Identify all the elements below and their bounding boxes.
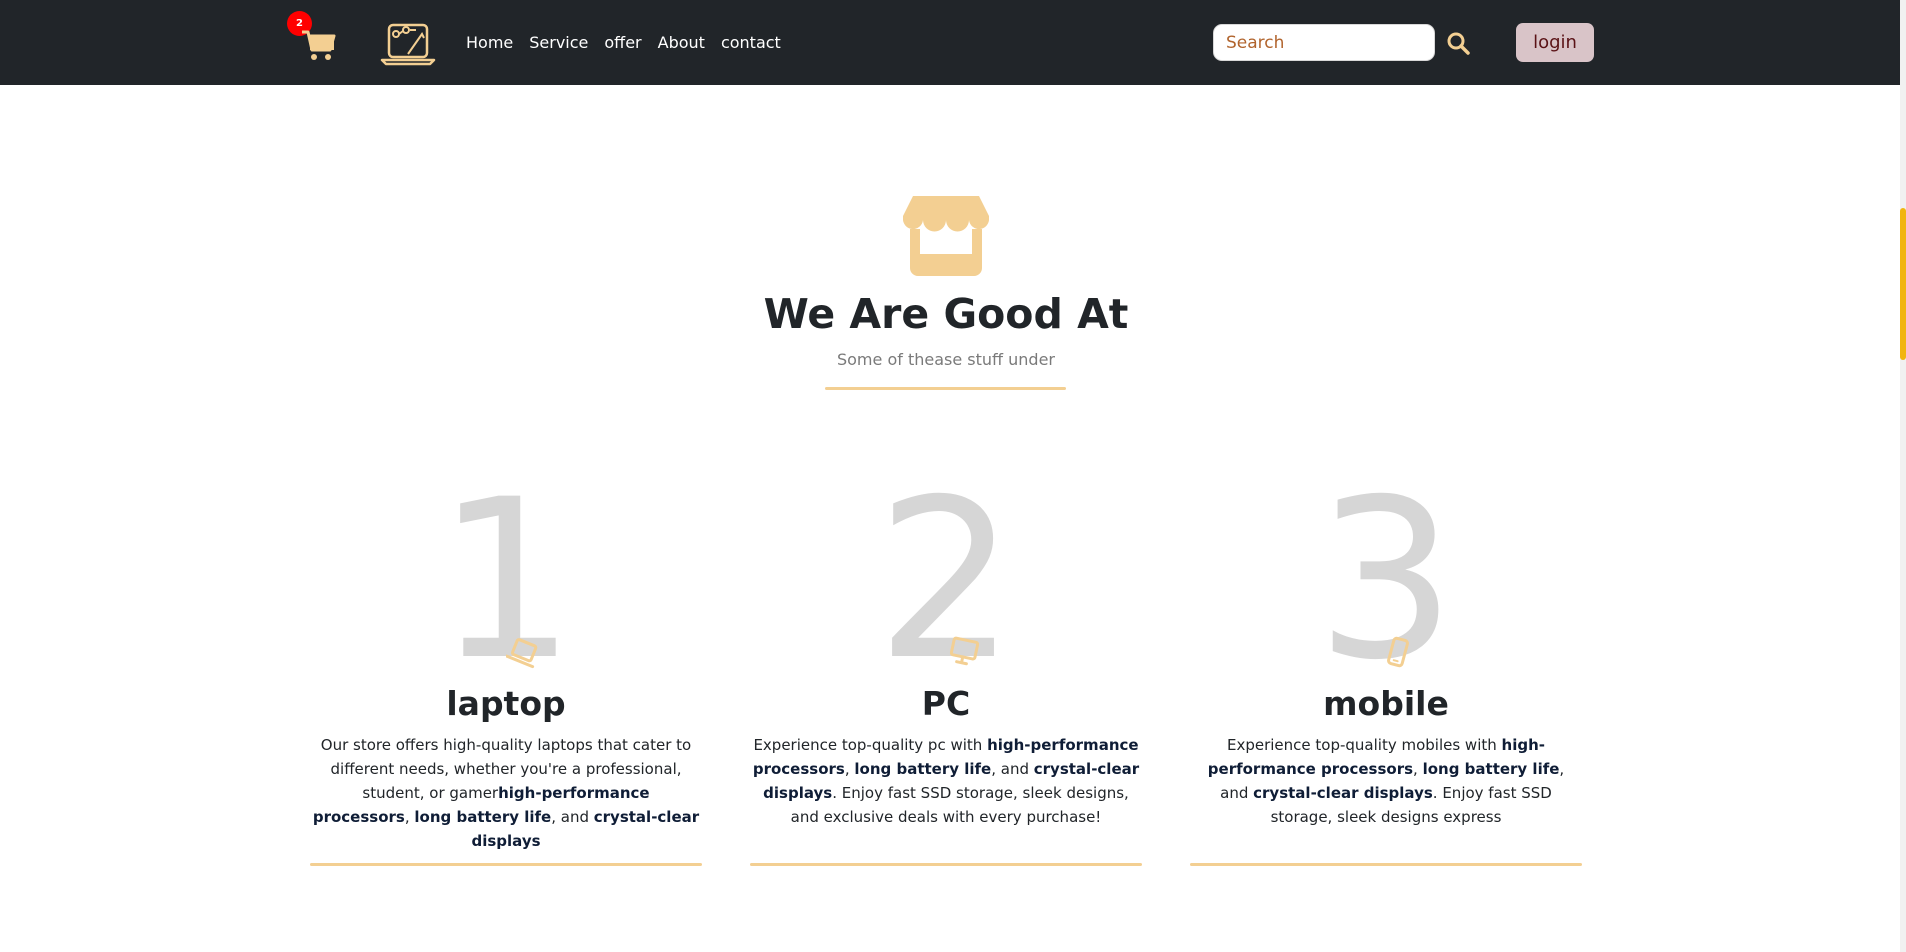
store-icon (903, 196, 989, 276)
nav-service[interactable]: Service (529, 33, 588, 52)
top-navbar: 2 Home Service offer About contact login (0, 0, 1900, 85)
description-text: Experience top-quality pc with (753, 736, 988, 754)
highlight-text: long battery life (414, 808, 552, 826)
description-text: Experience top-quality mobiles with (1226, 736, 1502, 754)
laptop-logo-icon[interactable] (380, 20, 436, 66)
scrollbar-thumb[interactable] (1900, 208, 1906, 360)
card-title: mobile (1323, 684, 1449, 723)
nav-contact[interactable]: contact (721, 33, 781, 52)
highlight-text: long battery life (1422, 760, 1560, 778)
description-text: . Enjoy fast SSD storage, sleek designs,… (790, 784, 1129, 826)
feature-card-pc: 2 PC Experience top-quality pc with high… (750, 452, 1142, 870)
search-input[interactable] (1213, 24, 1435, 61)
card-description: Our store offers high-quality laptops th… (310, 733, 702, 853)
nav-offer[interactable]: offer (604, 33, 641, 52)
section-divider (825, 387, 1066, 390)
description-text: , (844, 760, 855, 778)
mobile-phone-icon (1387, 636, 1409, 668)
feature-card-mobile: 3 mobile Experience top-quality mobiles … (1190, 470, 1582, 870)
laptop-icon (506, 638, 538, 669)
search-icon[interactable] (1446, 31, 1470, 55)
description-text: , and (551, 808, 594, 826)
card-description: Experience top-quality pc with high-perf… (750, 733, 1142, 829)
card-title: laptop (446, 684, 566, 723)
cart-icon[interactable] (300, 26, 336, 62)
feature-card-laptop: 1 laptop Our store offers high-quality l… (310, 470, 702, 870)
nav-home[interactable]: Home (466, 33, 513, 52)
description-text: , (404, 808, 415, 826)
card-title: PC (921, 684, 971, 723)
highlight-text: crystal-clear displays (1253, 784, 1433, 802)
section-heading: We Are Good At (763, 290, 1129, 338)
card-divider (1190, 863, 1582, 866)
highlight-text: long battery life (854, 760, 992, 778)
description-text: , and (991, 760, 1034, 778)
nav-about[interactable]: About (658, 33, 705, 52)
card-number: 2 (876, 452, 1016, 708)
description-text: , (1413, 760, 1423, 778)
card-divider (310, 863, 702, 866)
scrollbar-track[interactable] (1900, 0, 1906, 952)
card-description: Experience top-quality mobiles with high… (1190, 733, 1582, 829)
section-subheading: Some of thease stuff under (836, 350, 1055, 369)
desktop-icon (949, 636, 980, 666)
login-button[interactable]: login (1516, 23, 1594, 62)
main-nav: Home Service offer About contact (466, 0, 797, 85)
card-divider (750, 863, 1142, 866)
